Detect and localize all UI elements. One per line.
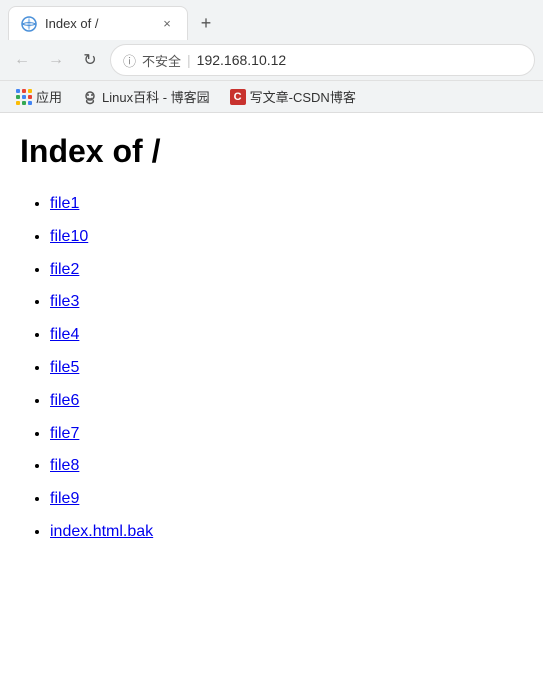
list-item: file5 [50,354,523,383]
list-item: file2 [50,256,523,285]
list-item: index.html.bak [50,518,523,547]
bookmark-csdn[interactable]: C 写文章-CSDN博客 [222,84,364,109]
file-link[interactable]: file6 [50,392,79,409]
new-tab-button[interactable]: + [192,9,220,37]
file-link[interactable]: file9 [50,490,79,507]
list-item: file7 [50,420,523,449]
reload-button[interactable]: ↻ [76,46,104,74]
tab-bar: Index of / × + [0,0,543,40]
tab-title: Index of / [45,16,151,31]
file-link[interactable]: file3 [50,293,79,310]
apps-icon [16,89,32,105]
file-link[interactable]: file5 [50,359,79,376]
list-item: file3 [50,288,523,317]
file-list: file1 file10 file2 file3 file4 file5 file6 file… [20,190,523,547]
page-title: Index of / [20,133,523,170]
tab-favicon [21,16,37,32]
list-item: file6 [50,387,523,416]
file-link[interactable]: file2 [50,261,79,278]
security-icon: ⓘ [123,51,136,70]
linux-icon [82,89,98,105]
tab-close-button[interactable]: × [159,16,175,32]
page-content: Index of / file1file10file2file3file4fil… [0,113,543,613]
active-tab[interactable]: Index of / × [8,6,188,40]
bookmark-apps-label: 应用 [36,87,62,106]
bookmarks-bar: 应用 Linux百科 - 博客园 C 写文章-CSDN博客 [0,80,543,112]
address-url: 192.168.10.12 [197,52,287,68]
file-link[interactable]: index.html.bak [50,523,153,540]
file-link[interactable]: file1 [50,195,79,212]
file-link[interactable]: file8 [50,457,79,474]
file-link[interactable]: file4 [50,326,79,343]
list-item: file4 [50,321,523,350]
back-button[interactable]: ← [8,46,36,74]
csdn-icon: C [230,89,246,105]
security-text: 不安全 [142,51,181,70]
bookmark-linux[interactable]: Linux百科 - 博客园 [74,84,218,109]
list-item: file9 [50,485,523,514]
forward-button[interactable]: → [42,46,70,74]
address-bar[interactable]: ⓘ 不安全 | 192.168.10.12 [110,44,535,76]
bookmark-linux-label: Linux百科 - 博客园 [102,87,210,106]
address-divider: | [187,52,191,68]
list-item: file1 [50,190,523,219]
browser-chrome: Index of / × + ← → ↻ ⓘ 不安全 | 192.168.10.… [0,0,543,113]
file-link[interactable]: file7 [50,425,79,442]
file-link[interactable]: file10 [50,228,88,245]
bookmark-apps[interactable]: 应用 [8,84,70,109]
list-item: file8 [50,452,523,481]
list-item: file10 [50,223,523,252]
bookmark-csdn-label: 写文章-CSDN博客 [250,87,356,106]
nav-bar: ← → ↻ ⓘ 不安全 | 192.168.10.12 [0,40,543,80]
